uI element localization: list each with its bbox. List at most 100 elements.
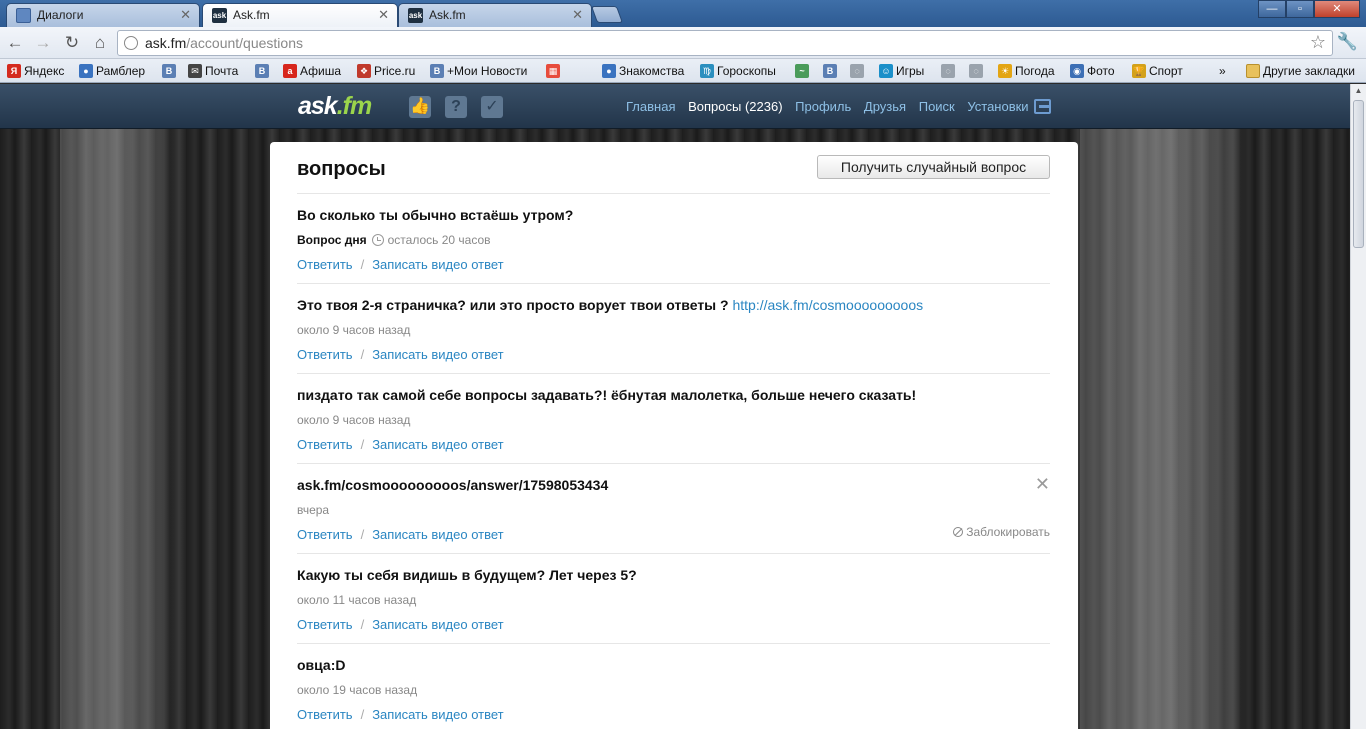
- video-answer-link[interactable]: Записать видео ответ: [372, 527, 503, 542]
- bookmark-favicon-icon: ◉: [1070, 64, 1084, 78]
- question-meta: около 11 часов назад: [297, 593, 416, 607]
- new-tab-button[interactable]: [590, 6, 624, 23]
- bookmark-star-icon[interactable]: ☆: [1310, 32, 1326, 53]
- close-icon[interactable]: ✕: [572, 4, 583, 26]
- nav-settings[interactable]: Установки: [967, 99, 1028, 114]
- block-user-button[interactable]: Заблокировать: [953, 525, 1050, 539]
- question-item: ask.fm/cosmooooooooos/answer/17598053434…: [297, 463, 1050, 553]
- answer-link[interactable]: Ответить: [297, 437, 353, 452]
- other-bookmarks[interactable]: Другие закладки: [1246, 63, 1355, 79]
- close-icon[interactable]: ✕: [378, 4, 389, 26]
- logo-main: ask: [298, 92, 338, 120]
- question-actions: Ответить / Записать видео ответ: [297, 707, 504, 722]
- bookmark-item[interactable]: 🏆 Спорт: [1132, 63, 1183, 79]
- answer-link[interactable]: Ответить: [297, 707, 353, 722]
- bookmark-label: Спорт: [1149, 64, 1183, 78]
- answer-icon[interactable]: ✓: [481, 96, 503, 118]
- bookmark-item[interactable]: ◌: [850, 63, 866, 79]
- question-text: овца:D: [297, 657, 346, 673]
- tab-title: Ask.fm: [429, 8, 466, 22]
- bookmark-item[interactable]: ♍ Гороскопы: [700, 63, 776, 79]
- bookmark-item[interactable]: a Афиша: [283, 63, 341, 79]
- ask-icon: ask: [212, 8, 227, 23]
- bookmark-item[interactable]: B: [162, 63, 178, 79]
- wrench-icon[interactable]: 🔧: [1337, 32, 1358, 52]
- browser-tab-askfm[interactable]: ask Ask.fm ✕: [398, 3, 592, 27]
- question-body: Какую ты себя видишь в будущем? Лет чере…: [297, 567, 637, 583]
- minimize-button[interactable]: —: [1258, 0, 1286, 18]
- video-answer-link[interactable]: Записать видео ответ: [372, 707, 503, 722]
- bookmark-item[interactable]: ◉ Фото: [1070, 63, 1115, 79]
- back-arrow-icon[interactable]: ←: [4, 32, 26, 54]
- video-answer-link[interactable]: Записать видео ответ: [372, 347, 503, 362]
- question-actions: Ответить / Записать видео ответ: [297, 617, 504, 632]
- question-icon[interactable]: ?: [445, 96, 467, 118]
- address-bar[interactable]: ask.fm/account/questions ☆: [117, 30, 1333, 56]
- video-answer-link[interactable]: Записать видео ответ: [372, 257, 503, 272]
- bookmark-favicon-icon: ☀: [998, 64, 1012, 78]
- question-item: пиздато так самой себе вопросы задавать?…: [297, 373, 1050, 463]
- bookmark-item[interactable]: ● Рамблер: [79, 63, 145, 79]
- question-time: около 19 часов назад: [297, 683, 418, 697]
- bookmark-item[interactable]: ● Знакомства: [602, 63, 684, 79]
- bookmarks-more-chevron[interactable]: »: [1219, 63, 1226, 79]
- question-meta: около 9 часов назад: [297, 413, 410, 427]
- window-controls: — ▫ ✕: [1258, 0, 1360, 18]
- maximize-button[interactable]: ▫: [1286, 0, 1314, 18]
- bookmark-item[interactable]: ◌: [969, 63, 985, 79]
- bookmark-label: Гороскопы: [717, 64, 776, 78]
- bookmark-item[interactable]: Я Яндекс: [7, 63, 64, 79]
- scrollbar-thumb[interactable]: [1353, 100, 1364, 248]
- bookmark-item[interactable]: B: [255, 63, 271, 79]
- question-meta: Вопрос дня осталось 20 часов: [297, 233, 491, 247]
- window-close-button[interactable]: ✕: [1314, 0, 1360, 18]
- bookmark-item[interactable]: ☺ Игры: [879, 63, 924, 79]
- question-body: пиздато так самой себе вопросы задавать?…: [297, 387, 917, 403]
- nav-search[interactable]: Поиск: [919, 99, 955, 114]
- forward-arrow-icon[interactable]: →: [32, 32, 54, 54]
- nav-profile[interactable]: Профиль: [795, 99, 851, 114]
- answer-link[interactable]: Ответить: [297, 257, 353, 272]
- answer-link[interactable]: Ответить: [297, 347, 353, 362]
- answer-link[interactable]: Ответить: [297, 527, 353, 542]
- bookmark-item[interactable]: ❖ Price.ru: [357, 63, 415, 79]
- page-scrollbar[interactable]: ▲: [1350, 84, 1366, 729]
- video-answer-link[interactable]: Записать видео ответ: [372, 617, 503, 632]
- question-time: около 11 часов назад: [297, 593, 417, 607]
- video-answer-link[interactable]: Записать видео ответ: [372, 437, 503, 452]
- question-item: Какую ты себя видишь в будущем? Лет чере…: [297, 553, 1050, 643]
- browser-toolbar: ← → ↻ ⌂ ask.fm/account/questions ☆ 🔧: [0, 27, 1366, 59]
- home-icon[interactable]: ⌂: [89, 32, 111, 54]
- block-label: Заблокировать: [966, 525, 1050, 539]
- scroll-up-arrow-icon[interactable]: ▲: [1351, 86, 1366, 95]
- askfm-logo[interactable]: ask.fm: [298, 92, 372, 121]
- delete-question-close-icon[interactable]: ✕: [1035, 474, 1050, 495]
- bookmark-item[interactable]: ▦: [546, 63, 562, 79]
- browser-tab-dialogs[interactable]: Диалоги ✕: [6, 3, 200, 27]
- nav-friends[interactable]: Друзья: [864, 99, 906, 114]
- question-time: осталось 20 часов: [387, 233, 491, 247]
- nav-questions[interactable]: Вопросы (2236): [688, 99, 782, 114]
- browser-tab-askfm-active[interactable]: ask Ask.fm ✕: [202, 3, 398, 28]
- reload-icon[interactable]: ↻: [61, 32, 83, 54]
- bookmark-item[interactable]: ~: [795, 63, 811, 79]
- question-body: овца:D: [297, 657, 346, 673]
- bookmark-item[interactable]: B: [823, 63, 839, 79]
- question-link[interactable]: http://ask.fm/cosmooooooooos: [732, 297, 923, 313]
- answer-link[interactable]: Ответить: [297, 617, 353, 632]
- bookmark-label: Почта: [205, 64, 239, 78]
- close-icon[interactable]: ✕: [180, 4, 191, 26]
- bookmark-item[interactable]: ☀ Погода: [998, 63, 1055, 79]
- browser-tabstrip: Диалоги ✕ ask Ask.fm ✕ ask Ask.fm ✕ — ▫ …: [0, 0, 1366, 28]
- logout-icon[interactable]: [1034, 99, 1051, 114]
- bookmark-item[interactable]: ◌: [941, 63, 957, 79]
- nav-home[interactable]: Главная: [626, 99, 675, 114]
- like-icon[interactable]: 👍: [409, 96, 431, 118]
- bookmark-item[interactable]: ✉ Почта: [188, 63, 238, 79]
- question-body: Во сколько ты обычно встаёшь утром?: [297, 207, 574, 223]
- actions-separator: /: [360, 527, 365, 542]
- bookmark-favicon-icon: ●: [602, 64, 616, 78]
- bookmark-item[interactable]: B +Мои Новости: [430, 63, 527, 79]
- url-host: ask.fm: [145, 35, 187, 51]
- random-question-button[interactable]: Получить случайный вопрос: [817, 155, 1050, 179]
